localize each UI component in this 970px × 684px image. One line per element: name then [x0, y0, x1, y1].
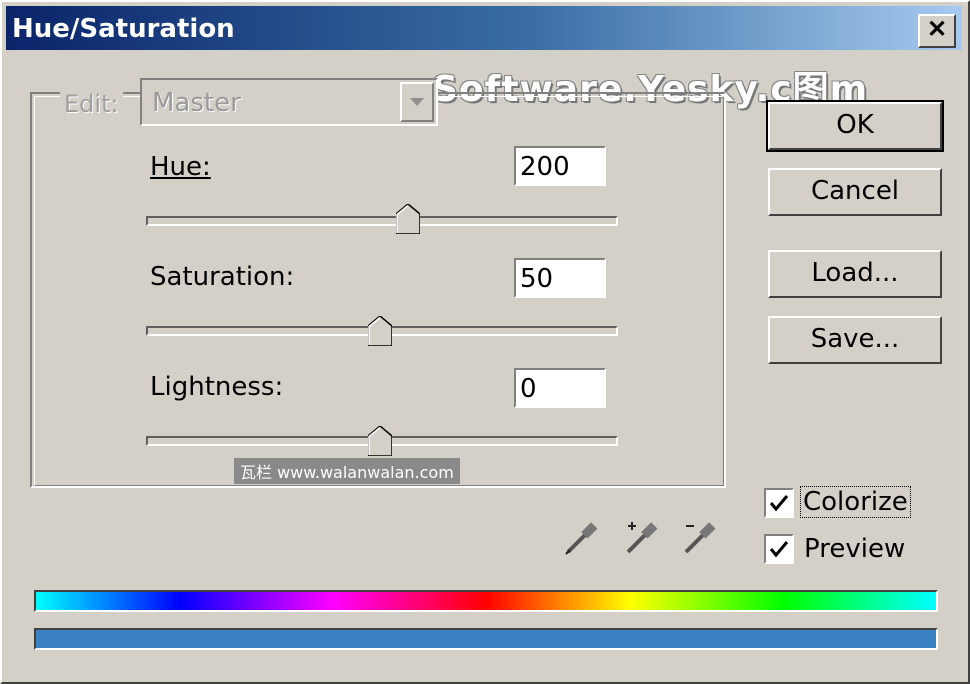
lightness-label: Lightness:: [150, 372, 284, 402]
hue-input[interactable]: 200: [514, 146, 606, 186]
window-title: Hue/Saturation: [12, 14, 235, 44]
saturation-input[interactable]: 50: [514, 258, 606, 298]
cancel-button[interactable]: Cancel: [768, 168, 942, 216]
hue-label: Hue:: [150, 152, 211, 182]
close-icon: ✕: [926, 16, 948, 43]
result-color-bar: [34, 628, 938, 650]
saturation-slider-thumb[interactable]: [368, 316, 392, 346]
lightness-input[interactable]: 0: [514, 368, 606, 408]
colorize-label[interactable]: Colorize: [800, 486, 911, 518]
checkmark-icon: [769, 495, 789, 512]
eyedropper-minus-icon[interactable]: [680, 518, 720, 558]
load-button[interactable]: Load...: [768, 250, 942, 298]
checkmark-icon: [769, 541, 789, 558]
colorize-checkbox[interactable]: [764, 488, 794, 518]
preview-checkbox[interactable]: [764, 534, 794, 564]
hue-slider-thumb[interactable]: [396, 204, 421, 234]
close-button[interactable]: ✕: [918, 14, 956, 48]
edit-label: Edit:: [60, 90, 123, 118]
chevron-down-icon[interactable]: [400, 82, 434, 122]
spectrum-bar: [34, 590, 938, 612]
credit-watermark: 瓦栏 www.walanwalan.com: [234, 458, 460, 484]
hue-slider-track[interactable]: [146, 216, 618, 226]
eyedropper-plus-icon[interactable]: [622, 518, 662, 558]
preview-label[interactable]: Preview: [804, 534, 905, 564]
lightness-slider-thumb[interactable]: [368, 426, 392, 456]
edit-select-value: Master: [152, 88, 241, 118]
save-button[interactable]: Save...: [768, 316, 942, 364]
title-bar[interactable]: Hue/Saturation ✕: [6, 6, 962, 50]
eyedropper-icon[interactable]: [562, 518, 602, 558]
edit-channel-select[interactable]: Master: [140, 78, 438, 126]
ok-button[interactable]: OK: [766, 100, 944, 152]
saturation-label: Saturation:: [150, 262, 295, 292]
